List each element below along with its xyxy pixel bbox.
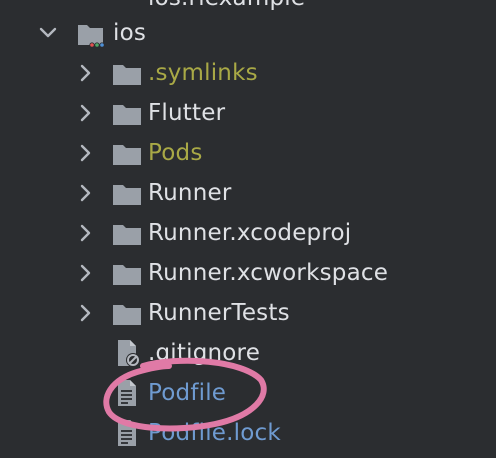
chevron-right-icon[interactable] [74, 141, 98, 165]
tree-row-podfile-lock-label: Podfile.lock [148, 420, 281, 446]
folder-icon [112, 219, 142, 249]
text-file-icon [114, 378, 144, 408]
tree-row-pods[interactable]: Pods [0, 133, 496, 173]
chevron-right-icon[interactable] [74, 301, 98, 325]
tree-row-runner[interactable]: Runner [0, 173, 496, 213]
tree-row-pods-label: Pods [148, 140, 203, 166]
tree-row-podfile-lock[interactable]: Podfile.lock [0, 413, 496, 453]
tree-row-flutter-label: Flutter [148, 100, 226, 126]
folder-icon [112, 139, 142, 169]
folder-icon [112, 299, 142, 329]
tree-row-gitignore-label: .gitignore [148, 340, 261, 366]
tree-row-runner-xcodeproj[interactable]: Runner.xcodeproj [0, 213, 496, 253]
tree-row-podfile[interactable]: Podfile [0, 373, 496, 413]
tree-row-gitignore[interactable]: .gitignore [0, 333, 496, 373]
ignored-file-icon [114, 338, 144, 368]
tree-row-symlinks-label: .symlinks [148, 60, 258, 86]
chevron-right-icon[interactable] [74, 181, 98, 205]
tree-row-ios[interactable]: ios [0, 13, 496, 53]
tree-row-runner-xcworkspace-label: Runner.xcworkspace [148, 260, 389, 286]
chevron-right-icon[interactable] [74, 101, 98, 125]
tree-row-runner-xcworkspace[interactable]: Runner.xcworkspace [0, 253, 496, 293]
tree-row-symlinks[interactable]: .symlinks [0, 53, 496, 93]
chevron-down-icon[interactable] [36, 21, 60, 45]
tree-row-runnertests-label: RunnerTests [148, 300, 290, 326]
tree-row-flutter[interactable]: Flutter [0, 93, 496, 133]
module-folder-icon [76, 19, 106, 49]
tree-row-ios-label: ios [113, 20, 147, 46]
folder-icon [112, 259, 142, 289]
chevron-right-icon[interactable] [74, 61, 98, 85]
project-tree: ios.rlexample ios .symlinks [0, 0, 496, 458]
chevron-right-icon[interactable] [74, 221, 98, 245]
folder-icon [112, 179, 142, 209]
folder-icon [112, 99, 142, 129]
text-file-icon [114, 418, 144, 448]
tree-row-podfile-label: Podfile [148, 380, 227, 406]
tree-row-runner-label: Runner [148, 180, 232, 206]
chevron-right-icon[interactable] [74, 261, 98, 285]
folder-icon [112, 59, 142, 89]
tree-row-runner-xcodeproj-label: Runner.xcodeproj [148, 220, 352, 246]
tree-row-runnertests[interactable]: RunnerTests [0, 293, 496, 333]
